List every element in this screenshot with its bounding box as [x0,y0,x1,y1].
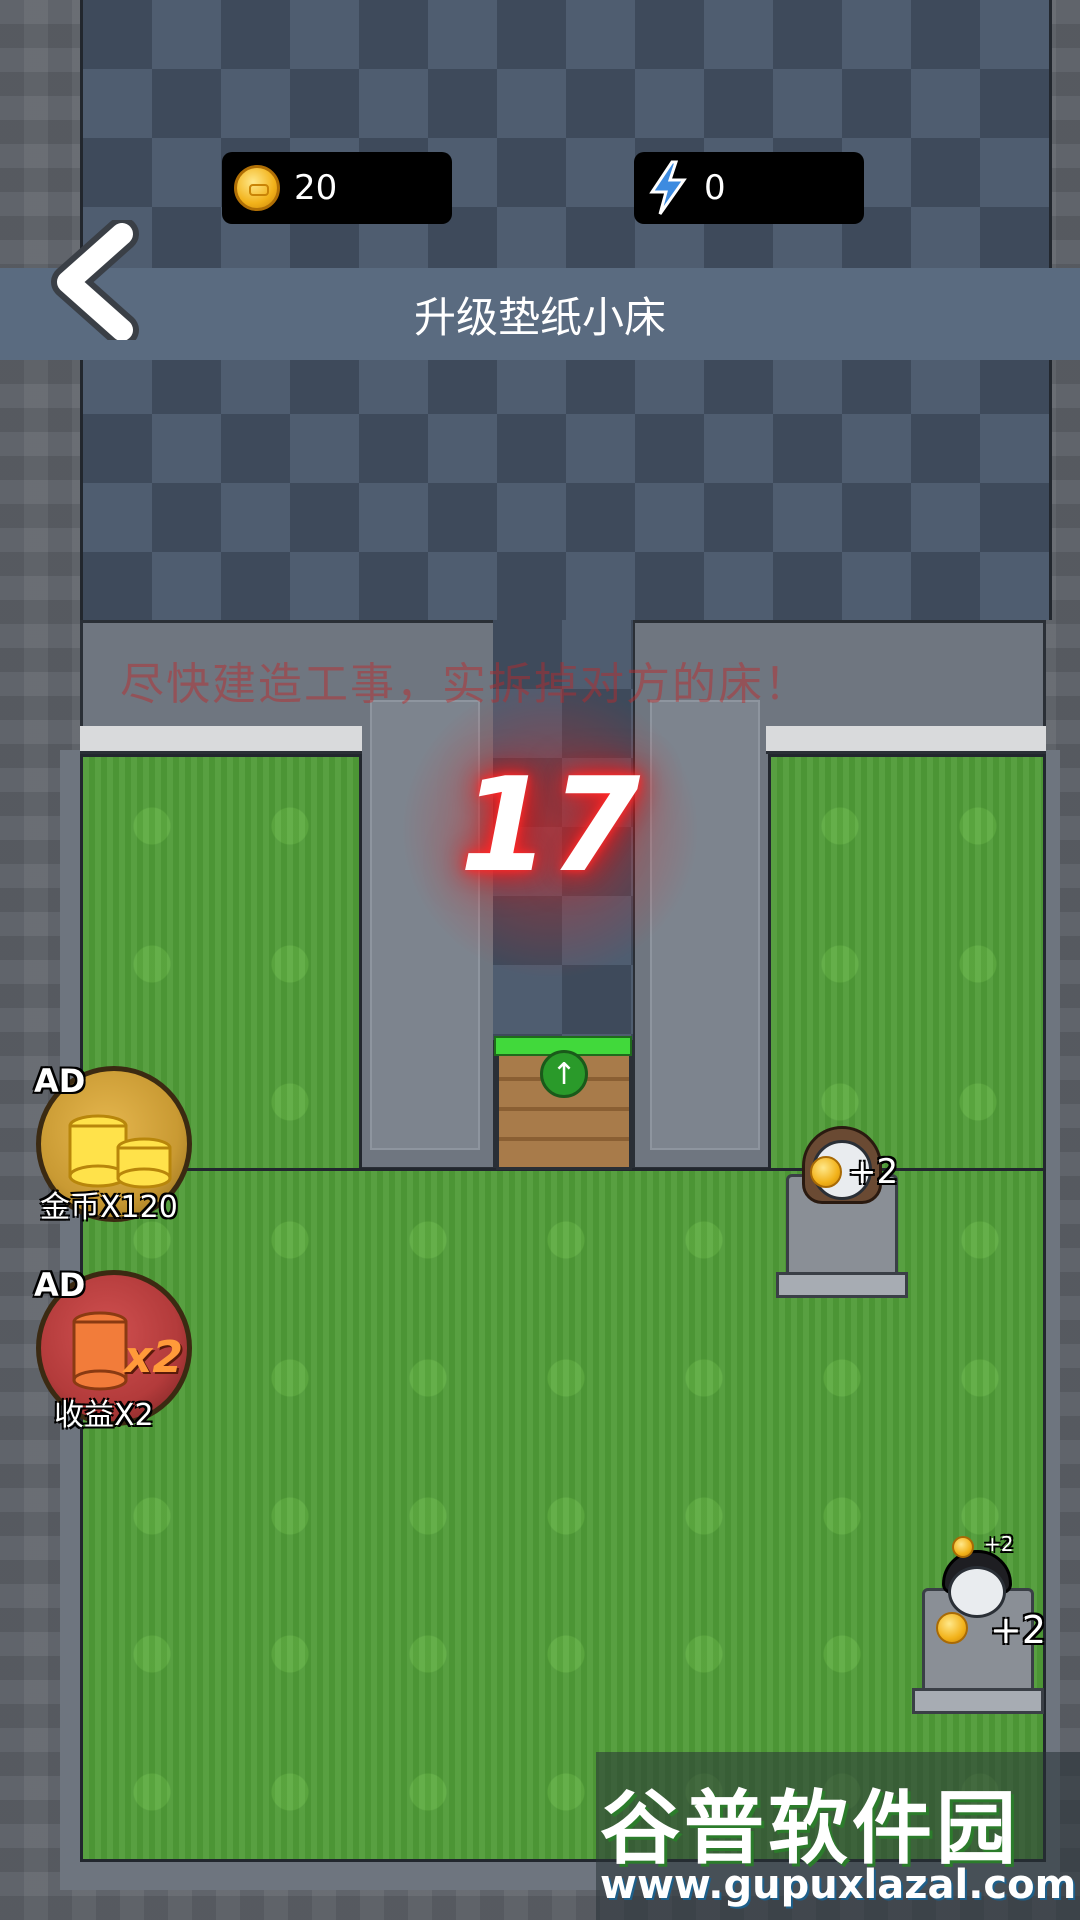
countdown-timer: 17 [459,749,641,901]
x2-badge: x2 [124,1332,183,1383]
bed-income: +2 [990,1608,1047,1652]
energy-counter: 0 [634,152,864,224]
watermark-url: www.gupuxlazal.com [600,1862,1077,1908]
back-chevron-icon [51,217,139,347]
ad-income-label: 收益X2 [54,1398,154,1433]
coin-icon [810,1156,842,1188]
page-title: 升级垫纸小床 [413,292,666,342]
ad-coins-button[interactable]: AD 金币X120 [30,1062,200,1232]
ad-income-tag: AD [34,1266,86,1304]
right-ledge [766,726,1046,754]
bed-income-small: +2 [984,1532,1014,1556]
coin-icon [952,1536,974,1558]
coin-icon [936,1612,968,1644]
energy-count: 0 [704,168,726,208]
right-room-floor[interactable] [768,754,1046,1174]
coin-count: 20 [294,168,338,208]
bed-girl[interactable]: +2 [772,1126,912,1306]
ad-coins-label: 金币X120 [40,1190,178,1225]
title-banner: 升级垫纸小床 [0,268,1080,360]
coin-counter: 20 [222,152,452,224]
coin-icon [234,165,280,211]
bed-income: +2 [848,1152,899,1192]
ad-income-button[interactable]: x2 AD 收益X2 [30,1266,200,1436]
bed-foot [776,1272,908,1298]
bed-boy[interactable]: +2 +2 [908,1530,1048,1730]
up-arrow-icon[interactable]: ↑ [540,1050,588,1098]
bed-foot [912,1688,1044,1714]
back-button[interactable] [44,217,144,347]
left-ledge [80,726,362,754]
ad-coins-tag: AD [34,1062,86,1100]
lightning-icon [646,160,690,216]
